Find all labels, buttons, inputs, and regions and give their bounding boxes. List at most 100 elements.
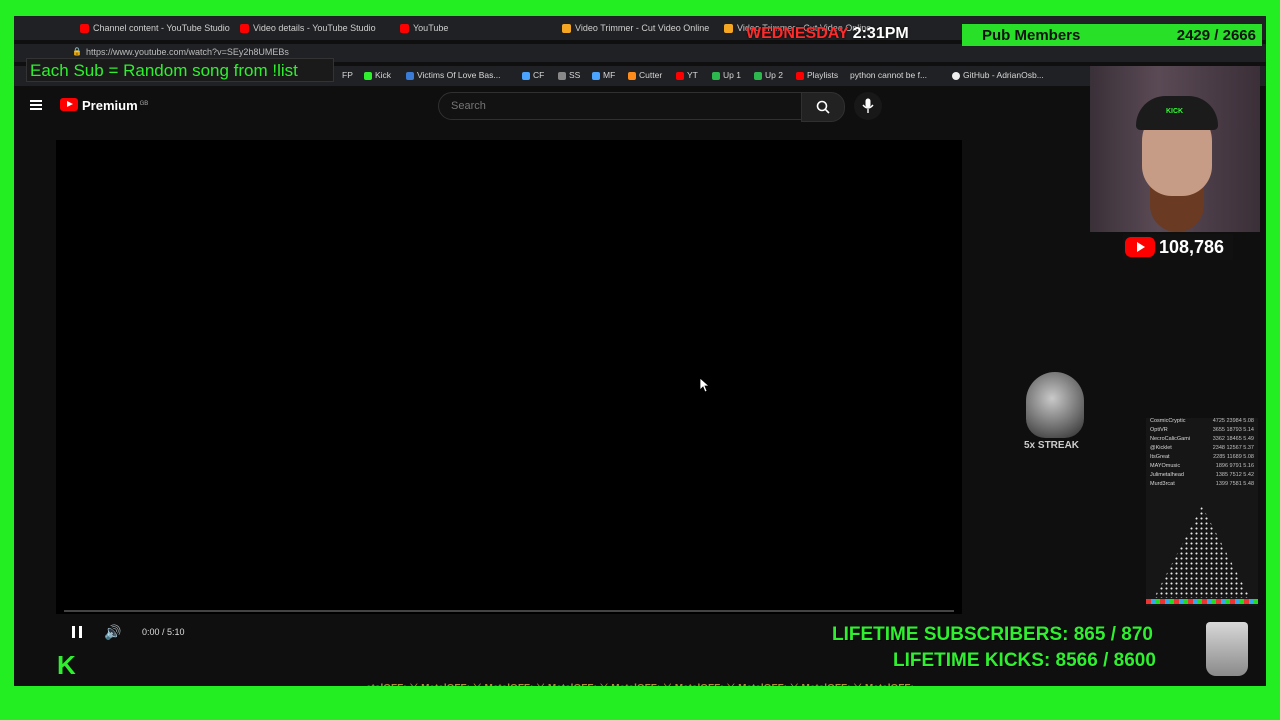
search-button[interactable] [801, 92, 845, 122]
sub-song-text: Each Sub = Random song from !list [30, 61, 298, 80]
cutter-icon [628, 71, 636, 80]
volume-icon[interactable]: 🔊 [104, 624, 121, 641]
browser-tab[interactable]: Video Trimmer - Cut Video Online [562, 18, 712, 38]
bookmark[interactable]: SS [558, 70, 580, 80]
search-box[interactable] [438, 92, 802, 120]
leaderboard-row: @Kicklet 2348 12567 5.37 [1150, 445, 1254, 451]
player-name: NecroCalicGami [1150, 436, 1191, 442]
video-trimmer-icon [562, 24, 571, 34]
player-name: Julimetalhead [1150, 472, 1184, 478]
stream-clock: WEDNESDAY 2:31PM [746, 25, 909, 43]
premium-logo[interactable]: Premium GB [82, 98, 148, 113]
upload-icon [754, 71, 762, 80]
player-name: OptiVR [1150, 427, 1168, 433]
streak-label: 5x STREAK [1024, 440, 1080, 451]
leaderboard-row: NecroCalicGami 3362 18465 5.49 [1150, 436, 1254, 442]
player-controls: 🔊 0:00 / 5:10 [56, 618, 962, 646]
player-stats: 2348 12567 5.37 [1212, 445, 1254, 451]
player-name: Murd3rcat [1150, 481, 1175, 487]
leaderboard-row: Murd3rcat 1399 7581 5.48 [1150, 481, 1254, 487]
premium-label: Premium [82, 98, 138, 113]
bookmark-icon [406, 71, 414, 80]
progress-bar[interactable] [64, 610, 954, 612]
bookmark[interactable]: Kick [364, 70, 391, 80]
player-stats: 3655 18793 5.14 [1212, 427, 1254, 433]
youtube-logo-icon[interactable] [60, 98, 78, 111]
voice-search-button[interactable] [854, 92, 882, 120]
bookmark-label: SS [569, 70, 581, 80]
lifetime-subscribers: LIFETIME SUBSCRIBERS: 865 / 870 [832, 624, 1153, 645]
pub-members-bar: Pub Members 2429 / 2666 [962, 24, 1262, 46]
bookmark-label: FP [342, 70, 353, 80]
bookmark[interactable]: YT [676, 70, 698, 80]
upload-icon [712, 71, 720, 80]
microphone-icon [862, 98, 874, 113]
bookmark-icon [522, 71, 530, 80]
country-code: GB [139, 100, 149, 107]
clock-time: 2:31PM [852, 25, 909, 42]
bookmark-label: Cutter [639, 70, 663, 80]
video-trimmer-icon [724, 24, 733, 34]
leaderboard-row: Julimetalhead 1385 7512 5.42 [1150, 472, 1254, 478]
bookmark-label: Playlists [807, 70, 839, 80]
tab-label: Video Trimmer - Cut Video Online [575, 23, 710, 33]
plinko-leaderboard: CosmicCryptic 4725 23984 5.08 OptiVR 3655 … [1146, 418, 1258, 606]
leaderboard-row: MAYOmusic 1896 9791 5.16 [1150, 463, 1254, 469]
bookmark[interactable]: python cannot be f... [850, 70, 927, 80]
youtube-studio-icon [80, 24, 89, 34]
webcam-feed: KICK [1090, 66, 1260, 232]
music-note-icon [558, 71, 566, 80]
player-stats: 4725 23984 5.08 [1212, 418, 1254, 424]
search-input[interactable] [449, 99, 783, 113]
sub-song-banner: Each Sub = Random song from !list [26, 58, 334, 82]
cup-image [1206, 622, 1248, 676]
bookmark-label: Up 1 [723, 70, 741, 80]
pause-button[interactable] [72, 626, 83, 638]
youtube-studio-icon [240, 24, 249, 34]
tab-label: Channel content - YouTube Studio [93, 23, 230, 33]
player-stats: 1896 9791 5.16 [1215, 463, 1254, 469]
leaderboard-row: ItsGreat 2285 11689 5.08 [1150, 454, 1254, 460]
bookmark-label: Victims Of Love Bas... [417, 70, 501, 80]
bookmark[interactable]: FP [342, 70, 353, 80]
playlist-icon [796, 71, 804, 80]
lock-icon: 🔒 [72, 47, 82, 56]
leaderboard-row: OptiVR 3655 18793 5.14 [1150, 427, 1254, 433]
bookmark-label: Kick [375, 70, 392, 80]
bookmark[interactable]: MF [592, 70, 615, 80]
browser-tab-active[interactable]: YouTube [400, 18, 550, 38]
bookmark[interactable]: GitHub - AdrianOsb... [952, 70, 1044, 80]
bookmark-icon [592, 71, 600, 80]
subscriber-count-value: 108,786 [1159, 237, 1225, 257]
plinko-board [1154, 506, 1250, 598]
video-player[interactable] [56, 140, 962, 614]
lifetime-kicks: LIFETIME KICKS: 8566 / 8600 [893, 650, 1156, 671]
bookmark[interactable]: Playlists [796, 70, 838, 80]
plinko-buckets [1146, 599, 1258, 604]
kick-logo-letter: K [57, 650, 76, 680]
bookmark[interactable]: Up 2 [754, 70, 783, 80]
bookmark[interactable]: Up 1 [712, 70, 741, 80]
url-text: https://www.youtube.com/watch?v=SEy2h8UM… [86, 47, 289, 57]
clock-day: WEDNESDAY [746, 25, 849, 42]
menu-icon[interactable] [30, 100, 42, 110]
player-stats: 2285 11689 5.08 [1213, 454, 1254, 460]
bookmark[interactable]: Victims Of Love Bas... [406, 70, 500, 80]
player-name: @Kicklet [1150, 445, 1172, 451]
bookmark-label: python cannot be f... [850, 70, 928, 80]
browser-tab[interactable]: Channel content - YouTube Studio [80, 18, 230, 38]
browser-tab[interactable]: Video details - YouTube Studio [240, 18, 390, 38]
github-icon [952, 71, 960, 80]
bookmark-label: Up 2 [765, 70, 783, 80]
bookmark[interactable]: CF [522, 70, 544, 80]
player-name: MAYOmusic [1150, 463, 1181, 469]
bookmark[interactable]: Cutter [628, 70, 662, 80]
pub-members-label: Pub Members [982, 27, 1081, 44]
bookmark-label: CF [533, 70, 545, 80]
time-display: 0:00 / 5:10 [142, 627, 185, 637]
youtube-icon [1125, 237, 1155, 257]
youtube-header: Premium GB [14, 88, 1266, 124]
player-stats: 1399 7581 5.48 [1215, 481, 1254, 487]
player-name: ItsGreat [1150, 454, 1170, 460]
bookmark-label: YT [687, 70, 698, 80]
